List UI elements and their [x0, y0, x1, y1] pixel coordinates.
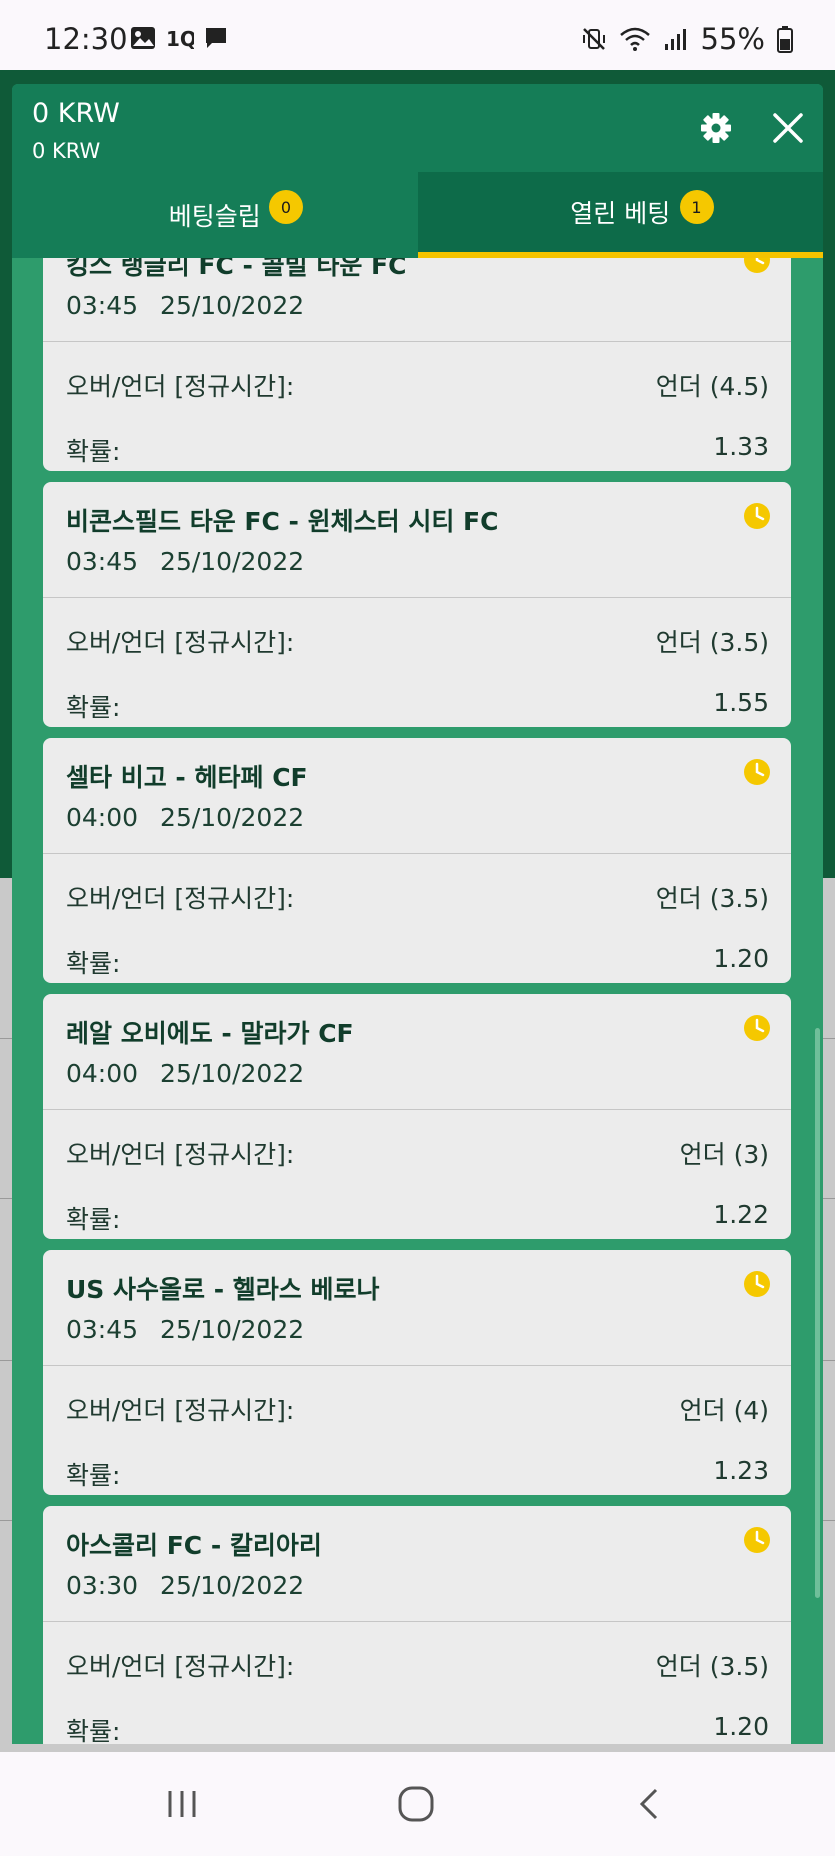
open-bets-list[interactable]: 킹스 랭글리 FC - 콜빌 타운 FC 03:45 25/10/2022 오버/… — [12, 258, 823, 1744]
tab-open-bets-count-badge: 1 — [679, 190, 714, 224]
bet-kickoff: 03:45 25/10/2022 — [66, 291, 304, 320]
app-1q-icon: 1Q — [166, 27, 194, 50]
clock-icon — [744, 1271, 770, 1297]
clock-icon — [744, 258, 770, 273]
bet-odds: 1.33 — [713, 432, 769, 461]
bet-odds-label: 확률: — [66, 437, 121, 466]
clock-icon — [744, 1015, 770, 1041]
home-icon[interactable] — [394, 1784, 438, 1824]
battery-icon — [777, 26, 793, 53]
vibrate-icon — [582, 28, 605, 50]
betslip-tabs: 베팅슬립 0 열린 베팅 1 — [12, 172, 823, 258]
bet-kickoff: 04:00 25/10/2022 — [66, 803, 304, 832]
bet-date: 25/10/2022 — [160, 1059, 305, 1088]
bet-odds-label: 확률: — [66, 1717, 121, 1744]
tab-open-bets-label: 열린 베팅 — [570, 199, 671, 228]
clock-icon — [744, 503, 770, 529]
clock-icon — [744, 1527, 770, 1553]
settings-gear-icon[interactable] — [694, 106, 738, 150]
status-time: 12:30 — [44, 22, 128, 56]
system-nav-bar — [0, 1752, 835, 1856]
bet-market-label: 오버/언더 [정규시간]: — [66, 1652, 295, 1681]
bet-match-name: US 사수올로 - 헬라스 베로나 — [66, 1275, 380, 1304]
clock-icon — [744, 759, 770, 785]
bet-date: 25/10/2022 — [160, 1315, 305, 1344]
bet-time: 03:45 — [66, 1315, 139, 1344]
bet-selection: 언더 (4) — [679, 1396, 769, 1425]
bet-kickoff: 03:45 25/10/2022 — [66, 547, 304, 576]
bet-selection: 언더 (3.5) — [655, 628, 769, 657]
bet-card[interactable]: US 사수올로 - 헬라스 베로나 03:45 25/10/2022 오버/언더 … — [43, 1250, 791, 1495]
modal-header: 0 KRW 0 KRW — [12, 84, 823, 172]
bet-selection: 언더 (4.5) — [655, 372, 769, 401]
bet-date: 25/10/2022 — [160, 547, 305, 576]
betslip-modal: 0 KRW 0 KRW 베팅슬립 0 열린 베팅 1 킹스 랭글리 FC - 콜… — [12, 84, 823, 1744]
bet-card[interactable]: 셀타 비고 - 헤타페 CF 04:00 25/10/2022 오버/언더 [정규… — [43, 738, 791, 983]
bet-kickoff: 03:30 25/10/2022 — [66, 1571, 304, 1600]
tab-open-bets[interactable]: 열린 베팅 1 — [417, 172, 823, 258]
bet-date: 25/10/2022 — [160, 803, 305, 832]
bet-match-name: 레알 오비에도 - 말라가 CF — [66, 1019, 354, 1048]
bet-odds-label: 확률: — [66, 1205, 121, 1234]
bet-odds-label: 확률: — [66, 693, 121, 722]
bet-card[interactable]: 비콘스필드 타운 FC - 윈체스터 시티 FC 03:45 25/10/2022… — [43, 482, 791, 727]
bet-market-label: 오버/언더 [정규시간]: — [66, 628, 295, 657]
bet-time: 03:30 — [66, 1571, 139, 1600]
card-divider — [43, 1621, 791, 1622]
card-divider — [43, 1365, 791, 1366]
bet-odds: 1.20 — [713, 1712, 769, 1741]
bet-card[interactable]: 아스콜리 FC - 칼리아리 03:30 25/10/2022 오버/언더 [정규… — [43, 1506, 791, 1744]
battery-percent: 55% — [700, 22, 765, 56]
bet-date: 25/10/2022 — [160, 1571, 305, 1600]
bet-market-label: 오버/언더 [정규시간]: — [66, 1140, 295, 1169]
bet-match-name: 셀타 비고 - 헤타페 CF — [66, 763, 308, 792]
back-icon[interactable] — [628, 1784, 672, 1824]
bet-selection: 언더 (3) — [679, 1140, 769, 1169]
bet-market-label: 오버/언더 [정규시간]: — [66, 372, 295, 401]
bet-match-name: 비콘스필드 타운 FC - 윈체스터 시티 FC — [66, 507, 499, 536]
bet-odds: 1.23 — [713, 1456, 769, 1485]
tab-betslip[interactable]: 베팅슬립 0 — [12, 172, 418, 258]
gallery-icon — [131, 27, 155, 49]
card-divider — [43, 1109, 791, 1110]
bet-odds: 1.20 — [713, 944, 769, 973]
bet-market-label: 오버/언더 [정규시간]: — [66, 1396, 295, 1425]
bet-selection: 언더 (3.5) — [655, 884, 769, 913]
close-icon[interactable] — [766, 106, 810, 150]
bet-odds: 1.22 — [713, 1200, 769, 1229]
bet-match-name: 킹스 랭글리 FC - 콜빌 타운 FC — [66, 258, 407, 280]
balance-sub-amount: 0 KRW — [32, 139, 101, 163]
bet-selection: 언더 (3.5) — [655, 1652, 769, 1681]
bet-kickoff: 03:45 25/10/2022 — [66, 1315, 304, 1344]
signal-icon — [664, 29, 686, 50]
bet-time: 04:00 — [66, 803, 139, 832]
bet-date: 25/10/2022 — [160, 291, 305, 320]
bet-card[interactable]: 킹스 랭글리 FC - 콜빌 타운 FC 03:45 25/10/2022 오버/… — [43, 258, 791, 471]
wifi-icon — [619, 27, 650, 51]
bet-odds-label: 확률: — [66, 1461, 121, 1490]
bet-time: 03:45 — [66, 547, 139, 576]
bet-odds: 1.55 — [713, 688, 769, 717]
bet-match-name: 아스콜리 FC - 칼리아리 — [66, 1531, 322, 1560]
list-scrollbar[interactable] — [815, 1028, 820, 1598]
tab-betslip-count-badge: 0 — [269, 190, 303, 224]
bet-market-label: 오버/언더 [정규시간]: — [66, 884, 295, 913]
recent-apps-icon[interactable] — [160, 1784, 204, 1824]
bet-time: 03:45 — [66, 291, 139, 320]
balance-amount: 0 KRW — [32, 98, 120, 129]
card-divider — [43, 597, 791, 598]
bet-time: 04:00 — [66, 1059, 139, 1088]
svg-text:1Q: 1Q — [166, 27, 194, 50]
bet-odds-label: 확률: — [66, 949, 121, 978]
card-divider — [43, 341, 791, 342]
tab-betslip-label: 베팅슬립 — [168, 202, 261, 231]
status-bar: 12:30 1Q 55% — [0, 0, 835, 70]
card-divider — [43, 853, 791, 854]
chat-icon — [206, 28, 226, 48]
bet-card[interactable]: 레알 오비에도 - 말라가 CF 04:00 25/10/2022 오버/언더 [… — [43, 994, 791, 1239]
bet-kickoff: 04:00 25/10/2022 — [66, 1059, 304, 1088]
